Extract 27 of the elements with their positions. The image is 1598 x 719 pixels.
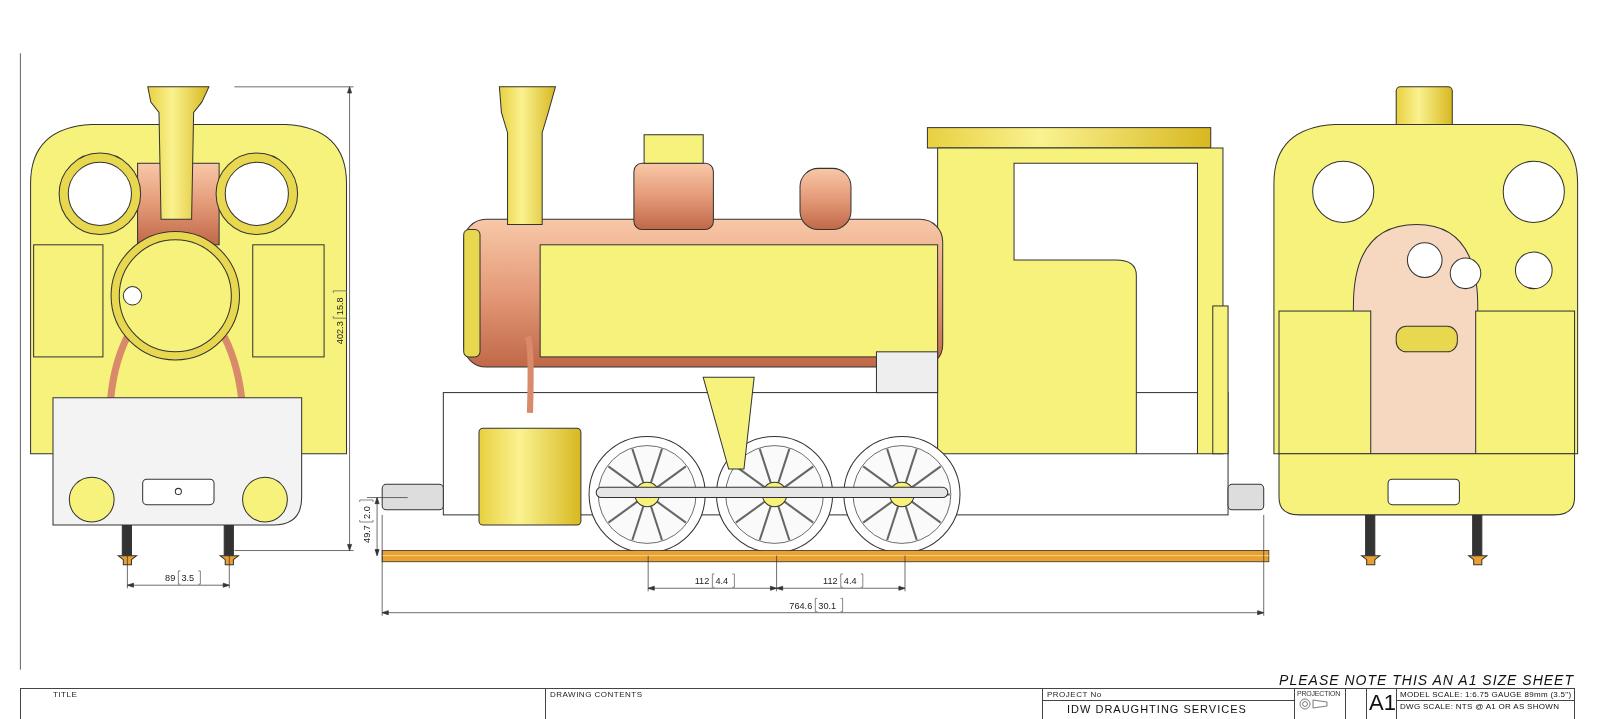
model-scale: MODEL SCALE: 1:6.75 GAUGE 89mm (3.5") — [1399, 689, 1572, 700]
dimension-value: 2.0 — [361, 506, 372, 519]
dimension-value: 30.1 — [818, 600, 837, 611]
drawing-scale: DWG SCALE: NTS @ A1 OR AS SHOWN — [1399, 701, 1561, 712]
dimension-bracket — [359, 499, 374, 523]
sheet-size: A1 — [1369, 689, 1396, 717]
dimension-value: 3.5 — [181, 573, 195, 584]
dimension-value: 112 — [823, 576, 838, 587]
dimension-value: 49.7 — [361, 525, 372, 543]
dimension-value: 4.4 — [715, 576, 729, 587]
dimension-bracket — [840, 573, 864, 588]
dimension-value: 764.6 — [789, 600, 813, 611]
dimension-value: 89 — [165, 573, 176, 584]
dimension-bracket — [332, 290, 347, 319]
sheet-size-note: PLEASE NOTE THIS AN A1 SIZE SHEET — [1279, 672, 1574, 688]
dimension-value: 4.4 — [843, 576, 857, 587]
dimension-value: 402.3 — [335, 321, 346, 345]
project-value: IDW DRAUGHTING SERVICES — [1066, 702, 1248, 717]
projection-symbol-icon — [1297, 698, 1331, 710]
project-label: PROJECT No — [1046, 689, 1102, 700]
dimension-value: 15.8 — [335, 297, 346, 316]
dimension-bracket — [178, 570, 201, 585]
dimension-bracket — [814, 598, 843, 613]
drawing-contents-label: DRAWING CONTENTS — [550, 689, 644, 700]
dimension-value: 112 — [694, 576, 710, 587]
title-label: TITLE — [53, 689, 79, 700]
dimension-bracket — [712, 573, 735, 588]
